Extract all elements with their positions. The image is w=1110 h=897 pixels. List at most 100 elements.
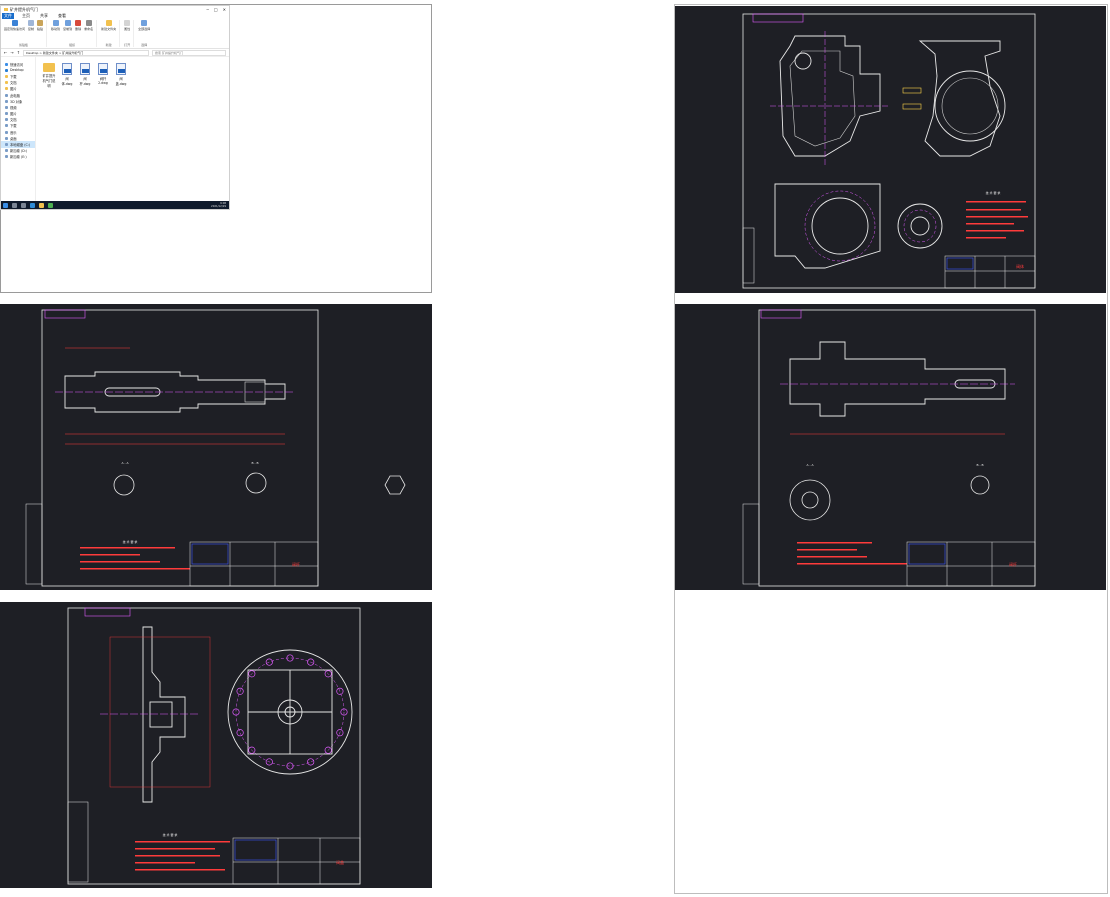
nav-item-label: 此电脑	[10, 93, 20, 98]
window-title: 矿井提升机气门	[10, 6, 38, 12]
nav-item-label: 图片	[10, 87, 17, 92]
nav-item-label: 新加卷 (E:)	[10, 155, 27, 160]
tolerance-frame	[902, 87, 922, 94]
bolt-hole	[307, 758, 315, 766]
stem-a-drawing: A - A B - B 技 术 要 求 阀杆	[25, 309, 406, 587]
front-view	[779, 35, 881, 157]
nav-item-icon	[5, 87, 8, 91]
drawing-title: 阀杆	[1009, 561, 1017, 567]
nav-item-label: 文档	[10, 81, 17, 86]
ribbon-group-label: 选择	[141, 43, 148, 47]
tech-notes	[966, 201, 1028, 239]
new-folder-button[interactable]: 新建文件夹	[101, 20, 116, 31]
minimize-icon[interactable]: ─	[206, 7, 208, 12]
rename-icon	[85, 20, 92, 26]
nav-item-icon	[5, 112, 8, 116]
dwg-file-icon	[98, 63, 108, 75]
maximize-icon[interactable]: □	[214, 7, 218, 12]
dimension-lines	[65, 347, 285, 445]
section-label-b: B - B	[976, 463, 983, 467]
up-icon[interactable]: ↑	[17, 50, 20, 55]
section-label-b: B - B	[251, 461, 258, 465]
tab-share[interactable]: 共享	[38, 13, 50, 19]
side-table	[742, 227, 755, 284]
nav-item-icon	[5, 62, 8, 66]
nav-item[interactable]: 新加卷 (E:)	[1, 154, 35, 160]
bottom-section-view	[774, 183, 881, 269]
taskbar-clock: 9:08 2021/12/29	[211, 202, 226, 208]
file-item[interactable]: 阀体.dwg	[60, 63, 74, 86]
side-table	[742, 503, 760, 585]
edge-icon[interactable]	[30, 202, 35, 208]
copy-button[interactable]: 复制	[28, 20, 34, 31]
file-item[interactable]: 阀杆2.dwg	[96, 63, 110, 85]
nav-item-label: 下载	[10, 124, 17, 129]
cover-top-view	[227, 649, 353, 775]
stem-main-view	[789, 341, 1006, 417]
ribbon-group-select: 全部选择 选择	[138, 20, 153, 47]
nav-item-icon	[5, 155, 8, 159]
nav-item-icon	[5, 74, 8, 78]
app-taskbar-icon[interactable]	[48, 202, 53, 208]
forward-icon[interactable]: →	[10, 50, 13, 55]
file-item[interactable]: 矿井提升机气门说明	[42, 63, 56, 88]
copy-to-icon	[64, 20, 71, 26]
section-views	[113, 472, 406, 496]
address-bar[interactable]: Desktop > 新建文件夹 > 矿井提升机气门	[23, 49, 149, 56]
taskbar: 9:08 2021/12/29	[1, 201, 229, 209]
file-name: 阀体.dwg	[61, 77, 73, 86]
tab-home[interactable]: 主页	[20, 13, 32, 19]
valve-body-drawing: 技 术 要 求 阀体	[742, 13, 1036, 289]
rename-button[interactable]: 重命名	[84, 20, 93, 31]
file-name: 阀盖.dwg	[115, 77, 127, 86]
nav-item-label: 视频	[10, 105, 17, 110]
drawing-border	[67, 607, 361, 885]
ribbon-group-label: 打开	[124, 43, 131, 47]
drawing-border	[758, 309, 1036, 587]
tab-file[interactable]: 文件	[2, 13, 14, 19]
cad-drawing-cover: 技 术 要 求 阀盖	[0, 602, 432, 888]
ribbon-group-new: 新建文件夹 新建	[101, 20, 121, 47]
cover-drawing: 技 术 要 求 阀盖	[67, 607, 361, 885]
file-item[interactable]: 阀盖.dwg	[114, 63, 128, 86]
nav-item-icon	[5, 143, 8, 147]
nav-item-icon	[5, 81, 8, 85]
pin-icon	[11, 20, 18, 26]
search-input[interactable]: 搜索 矿井提升机气门	[152, 49, 226, 56]
folder-icon	[4, 8, 8, 11]
tech-notes	[80, 547, 190, 570]
file-list: 矿井提升机气门说明 阀体.dwg 阀杆.dwg 阀杆2.dwg 阀盖.dwg	[36, 57, 229, 205]
close-icon[interactable]: ✕	[223, 7, 226, 12]
move-to-button[interactable]: 移动到	[51, 20, 60, 31]
nav-item-label: Desktop	[10, 68, 24, 73]
task-view-icon[interactable]	[21, 202, 26, 208]
ribbon-group-organize: 移动到 复制到 删除 重命名 组织	[51, 20, 98, 47]
file-item[interactable]: 阀杆.dwg	[78, 63, 92, 86]
dwg-file-icon	[116, 63, 126, 75]
delete-icon	[75, 20, 82, 26]
cad-drawing-valve-body: 技 术 要 求 阀体	[675, 6, 1106, 293]
drawing-code-box	[760, 309, 802, 319]
flange-detail-view	[897, 203, 943, 249]
section-views	[789, 475, 990, 521]
start-icon[interactable]	[3, 202, 8, 208]
paste-button[interactable]: 粘贴	[37, 20, 43, 31]
tab-view[interactable]: 查看	[56, 13, 68, 19]
copy-to-button[interactable]: 复制到	[63, 20, 72, 31]
drawing-code-box	[44, 309, 86, 319]
navigation-pane: 快速访问 Desktop 下载 文档 图片 此电脑 3D 对象 视频 图片 文档 下载 音乐 桌面 本地磁…	[1, 57, 36, 205]
nav-item-icon	[5, 130, 8, 134]
delete-button[interactable]: 删除	[75, 20, 81, 31]
nav-item-icon	[5, 68, 8, 72]
ribbon-group-label: 新建	[105, 43, 112, 47]
new-folder-icon	[105, 20, 112, 26]
properties-button[interactable]: 属性	[124, 20, 130, 31]
dwg-file-icon	[62, 63, 72, 75]
pin-button[interactable]: 固定到快速访问	[4, 20, 25, 31]
explorer-taskbar-icon[interactable]	[39, 202, 44, 208]
dwg-file-icon	[80, 63, 90, 75]
tech-req-heading: 技 术 要 求	[163, 832, 178, 837]
search-icon[interactable]	[12, 202, 17, 208]
select-all-button[interactable]: 全部选择	[138, 20, 150, 31]
back-icon[interactable]: ←	[4, 50, 7, 55]
